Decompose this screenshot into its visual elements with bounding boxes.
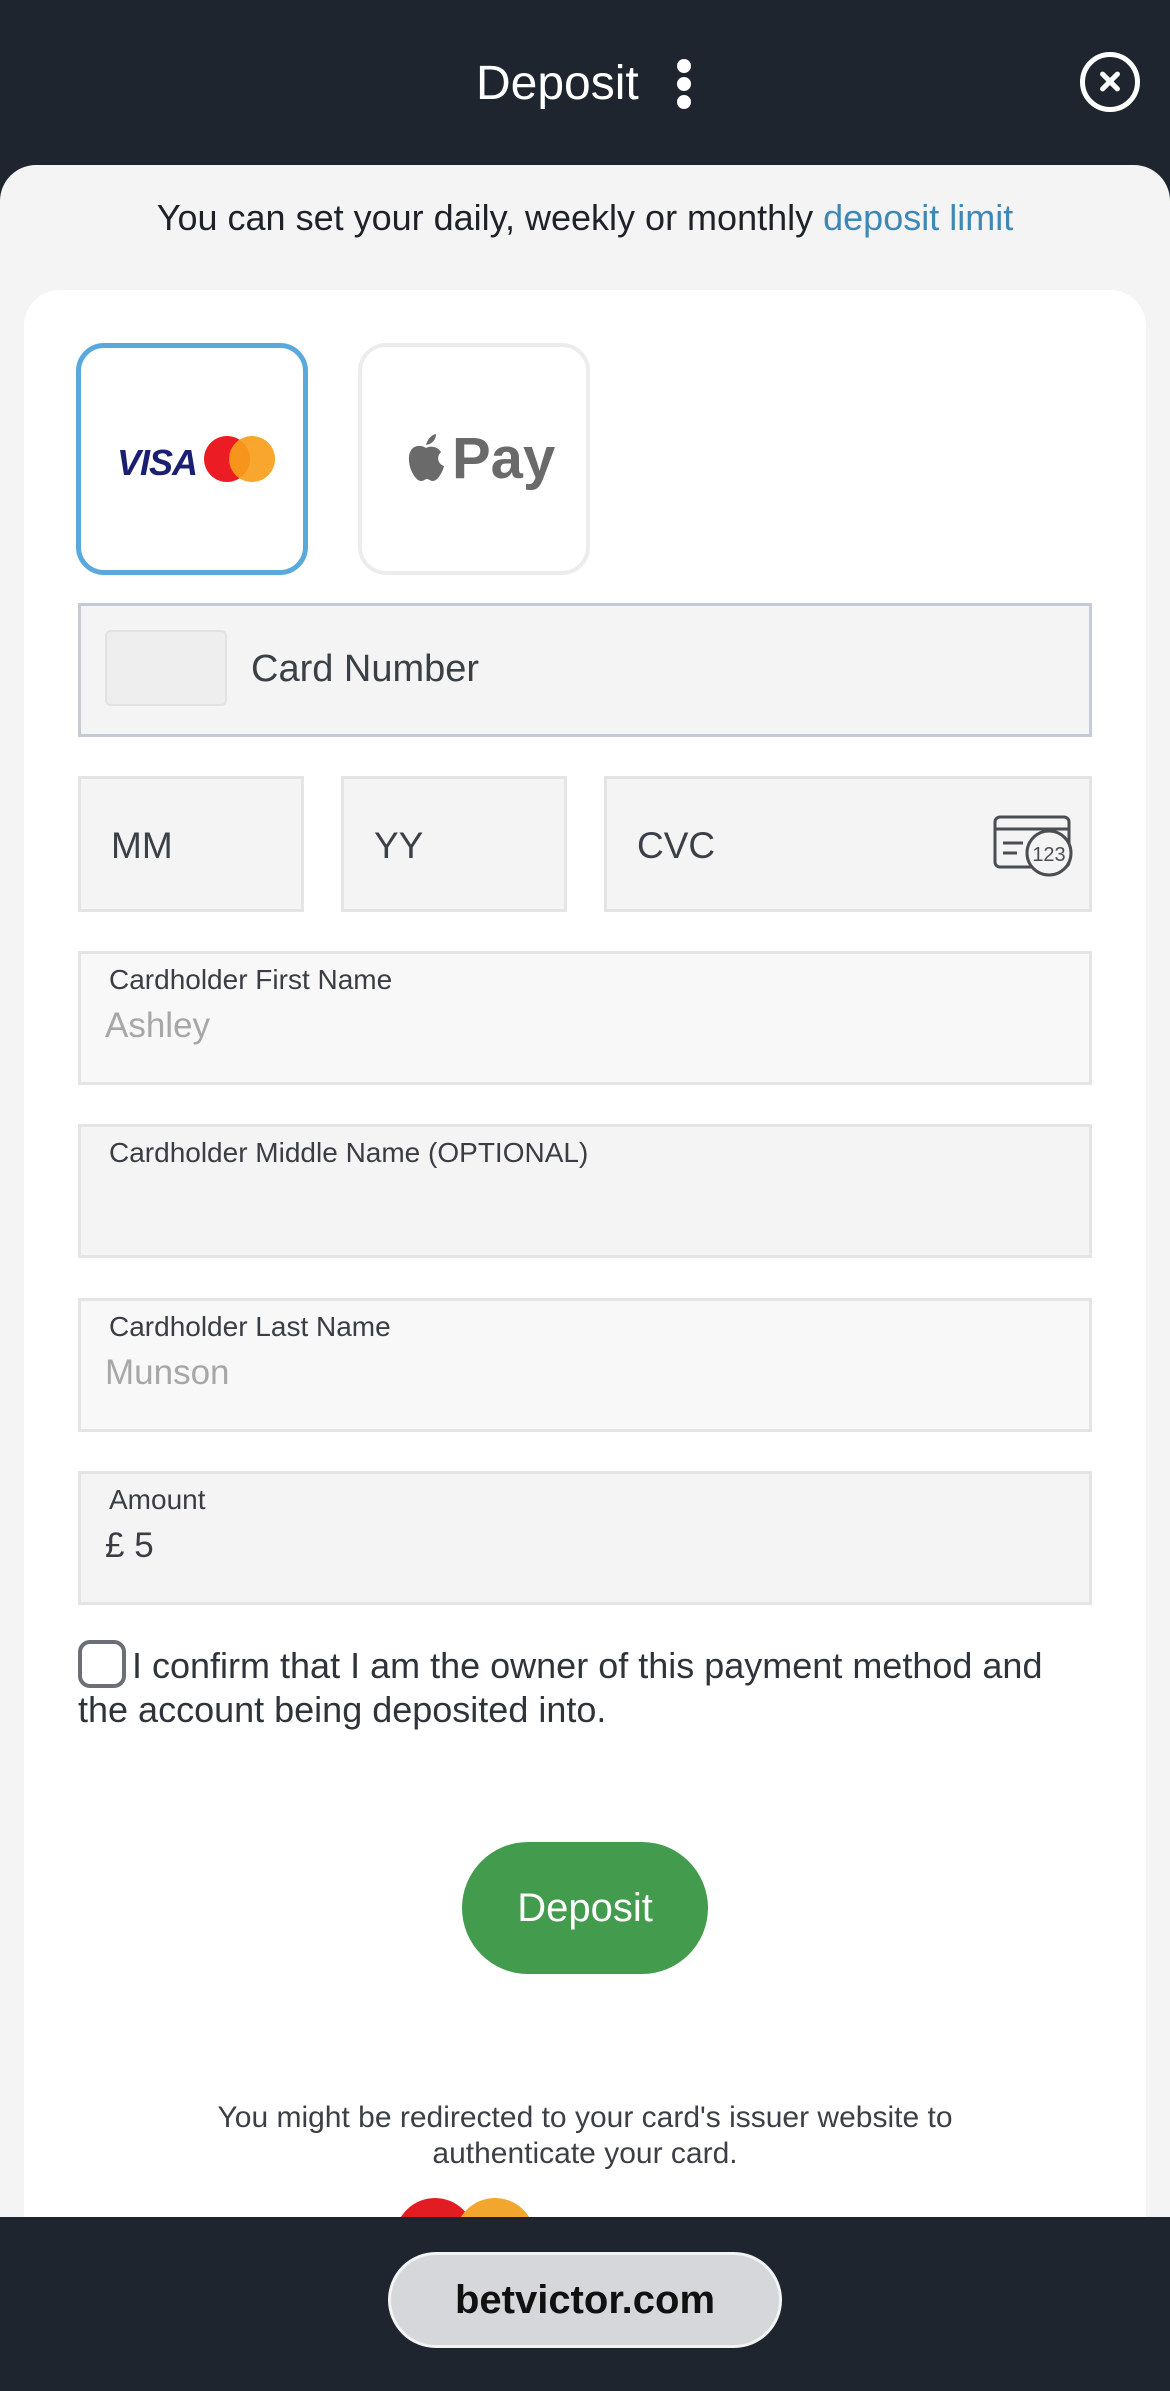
first-name-label: Cardholder First Name bbox=[109, 964, 393, 995]
last-name-value: Munson bbox=[105, 1353, 230, 1392]
first-name-value: Ashley bbox=[105, 1006, 211, 1045]
redirect-note-line1: You might be redirected to your card's i… bbox=[217, 2101, 953, 2134]
cvc-field[interactable]: CVC 123 bbox=[604, 776, 1092, 912]
middle-name-field[interactable]: Cardholder Middle Name (OPTIONAL) bbox=[78, 1124, 1092, 1258]
middle-name-label: Cardholder Middle Name (OPTIONAL) bbox=[109, 1137, 589, 1168]
header-title-group: Deposit bbox=[0, 52, 1170, 114]
apple-pay-label: Pay bbox=[452, 426, 556, 491]
browser-bottom-bar: betvictor.com bbox=[0, 2217, 1170, 2391]
url-bar[interactable]: betvictor.com bbox=[388, 2252, 782, 2348]
last-name-field[interactable]: Cardholder Last Name Munson bbox=[78, 1298, 1092, 1432]
payment-method-card[interactable]: VISA bbox=[76, 343, 308, 575]
redirect-note: You might be redirected to your card's i… bbox=[0, 2100, 1170, 2172]
redirect-note-line2: authenticate your card. bbox=[432, 2137, 738, 2170]
first-name-field[interactable]: Cardholder First Name Ashley bbox=[78, 951, 1092, 1085]
owner-confirmation-text: I confirm that I am the owner of this pa… bbox=[78, 1645, 1043, 1730]
amount-field[interactable]: Amount £ 5 bbox=[78, 1471, 1092, 1605]
deposit-limit-text: You can set your daily, weekly or monthl… bbox=[156, 197, 824, 238]
expiry-year-placeholder: YY bbox=[374, 825, 424, 866]
deposit-limit-link[interactable]: deposit limit bbox=[823, 197, 1013, 238]
payment-method-apple-pay[interactable]: Pay bbox=[358, 343, 590, 575]
page-title: Deposit bbox=[475, 57, 639, 111]
cvc-card-icon: 123 bbox=[993, 815, 1073, 877]
deposit-limit-notice: You can set your daily, weekly or monthl… bbox=[0, 197, 1170, 239]
expiry-year-field[interactable]: YY bbox=[341, 776, 567, 912]
card-number-field[interactable]: Card Number bbox=[78, 603, 1092, 737]
amount-label: Amount bbox=[109, 1484, 206, 1515]
deposit-button[interactable]: Deposit bbox=[462, 1842, 708, 1974]
last-name-label: Cardholder Last Name bbox=[109, 1311, 391, 1342]
card-brand-placeholder-icon bbox=[105, 630, 227, 706]
card-number-placeholder: Card Number bbox=[251, 648, 480, 690]
amount-value: £ 5 bbox=[105, 1526, 154, 1565]
visa-logo: VISA bbox=[117, 442, 198, 483]
owner-confirmation: I confirm that I am the owner of this pa… bbox=[78, 1640, 1098, 1732]
kebab-menu-icon[interactable] bbox=[674, 57, 694, 111]
close-icon[interactable] bbox=[1080, 52, 1140, 112]
expiry-month-placeholder: MM bbox=[111, 825, 173, 866]
mastercard-logo-yellow bbox=[229, 436, 275, 482]
cvc-icon-digits: 123 bbox=[1032, 844, 1065, 866]
cvc-placeholder: CVC bbox=[637, 825, 716, 866]
expiry-month-field[interactable]: MM bbox=[78, 776, 304, 912]
apple-logo-icon bbox=[408, 434, 444, 481]
header-bar: Deposit bbox=[0, 0, 1170, 165]
owner-confirmation-checkbox[interactable] bbox=[78, 1640, 126, 1688]
